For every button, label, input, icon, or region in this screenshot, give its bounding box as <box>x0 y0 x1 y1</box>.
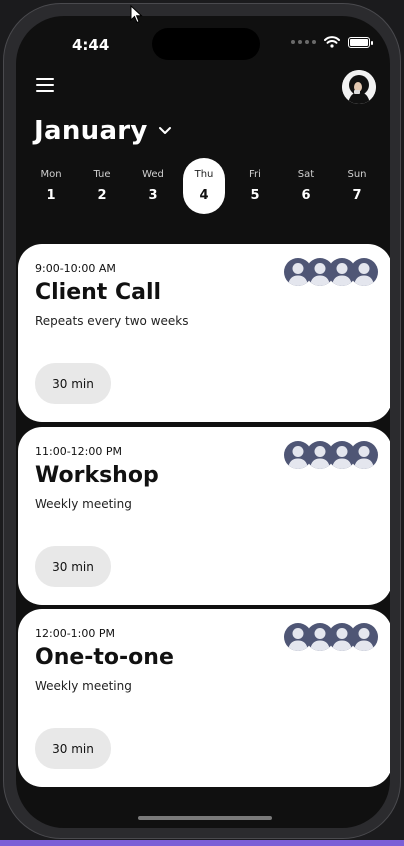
chevron-down-icon <box>158 127 171 134</box>
day-name: Thu <box>194 169 214 180</box>
event-time: 11:00-12:00 PM <box>35 445 122 458</box>
event-card[interactable]: 12:00-1:00 PM One-to-one Weekly meeting 30 … <box>18 609 390 787</box>
event-title: One-to-one <box>35 645 174 670</box>
event-recurrence: Weekly meeting <box>35 679 132 693</box>
day-date: 7 <box>352 188 362 203</box>
hamburger-menu-icon[interactable] <box>36 78 54 92</box>
duration-chip[interactable]: 30 min <box>35 363 111 404</box>
day-name: Sat <box>297 169 315 180</box>
event-card[interactable]: 11:00-12:00 PM Workshop Weekly meeting 30 m… <box>18 427 390 605</box>
event-time: 12:00-1:00 PM <box>35 627 115 640</box>
app-stage: 4:44 January Mon 1 Tue 2 Wed 3 Thu 4 Fri… <box>0 0 404 846</box>
accent-strip <box>0 840 404 846</box>
event-title: Workshop <box>35 463 159 488</box>
day-mon[interactable]: Mon 1 <box>30 158 72 214</box>
month-label: January <box>34 116 148 146</box>
battery-icon <box>348 36 373 48</box>
attendee-avatar <box>350 441 378 469</box>
day-name: Sun <box>347 169 367 180</box>
attendee-group[interactable] <box>284 258 378 286</box>
day-date: 1 <box>46 188 56 203</box>
day-sat[interactable]: Sat 6 <box>285 158 327 214</box>
phone-screen: 4:44 January Mon 1 Tue 2 Wed 3 Thu 4 Fri… <box>16 16 390 828</box>
mouse-cursor-icon <box>130 5 143 24</box>
attendee-avatar <box>350 258 378 286</box>
day-date: 2 <box>97 188 107 203</box>
day-name: Mon <box>40 169 62 180</box>
day-name: Wed <box>142 169 164 180</box>
phone-frame: 4:44 January Mon 1 Tue 2 Wed 3 Thu 4 Fri… <box>3 3 401 839</box>
event-recurrence: Weekly meeting <box>35 497 132 511</box>
week-day-strip: Mon 1 Tue 2 Wed 3 Thu 4 Fri 5 Sat 6 Sun 7 <box>30 158 378 214</box>
wifi-icon <box>324 36 340 48</box>
attendee-avatar <box>350 623 378 651</box>
day-date: 4 <box>199 188 209 203</box>
day-thu[interactable]: Thu 4 <box>183 158 225 214</box>
cellular-signal-icon <box>291 40 316 44</box>
day-name: Tue <box>93 169 111 180</box>
day-sun[interactable]: Sun 7 <box>336 158 378 214</box>
attendee-group[interactable] <box>284 623 378 651</box>
day-date: 5 <box>250 188 260 203</box>
home-indicator <box>138 816 272 820</box>
user-avatar[interactable] <box>342 70 376 104</box>
day-fri[interactable]: Fri 5 <box>234 158 276 214</box>
duration-chip[interactable]: 30 min <box>35 728 111 769</box>
day-name: Fri <box>249 169 261 180</box>
dynamic-island <box>152 28 260 60</box>
day-date: 3 <box>148 188 158 203</box>
status-time: 4:44 <box>72 36 110 54</box>
event-recurrence: Repeats every two weeks <box>35 314 189 328</box>
day-wed[interactable]: Wed 3 <box>132 158 174 214</box>
event-title: Client Call <box>35 280 162 305</box>
event-time: 9:00-10:00 AM <box>35 262 116 275</box>
duration-chip[interactable]: 30 min <box>35 546 111 587</box>
attendee-group[interactable] <box>284 441 378 469</box>
status-icons <box>291 36 373 48</box>
user-avatar-image <box>342 70 376 104</box>
day-tue[interactable]: Tue 2 <box>81 158 123 214</box>
event-card[interactable]: 9:00-10:00 AM Client Call Repeats every tw… <box>18 244 390 422</box>
month-selector[interactable]: January <box>34 116 172 146</box>
day-date: 6 <box>301 188 311 203</box>
